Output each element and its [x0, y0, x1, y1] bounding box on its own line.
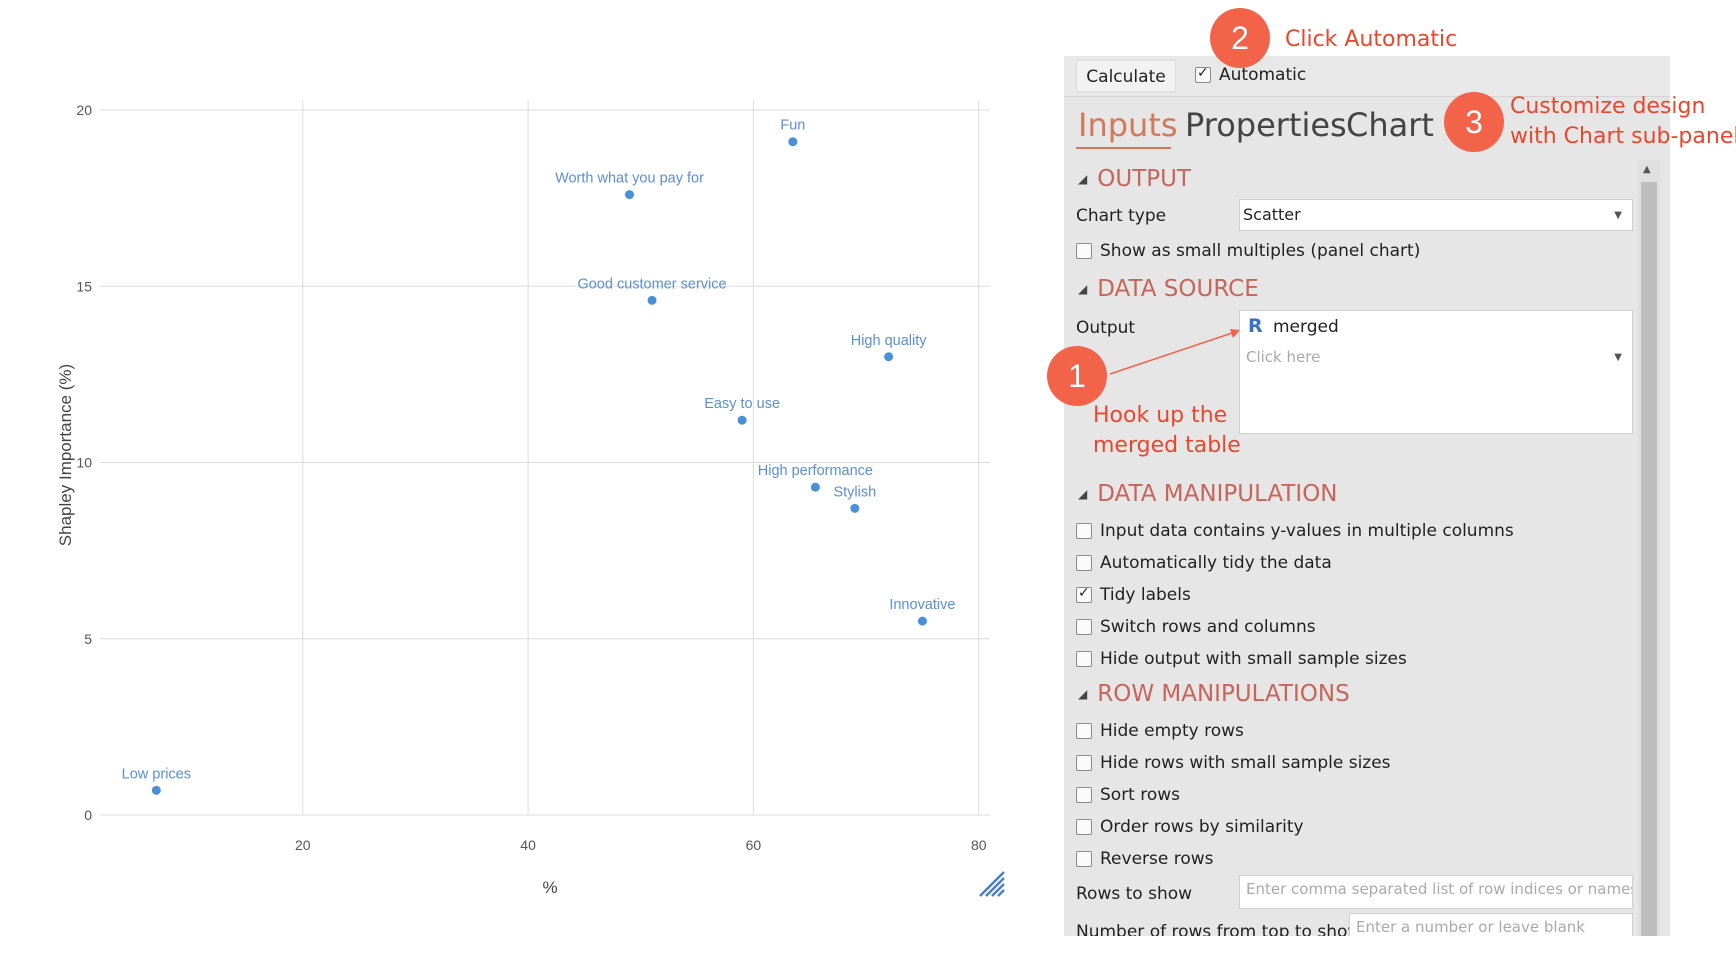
annotation-badge-3: 3 — [1444, 92, 1504, 152]
annotation-text-3: Customize design with Chart sub-panel — [1510, 92, 1736, 152]
annotation-text-1-line-1: Hook up the — [1093, 403, 1228, 428]
annotation-text-1-line-2: merged table — [1093, 433, 1241, 458]
annotation-badge-2: 2 — [1210, 8, 1270, 68]
annotation-badge-1: 1 — [1047, 346, 1107, 406]
annotation-text-1: Hook up the merged table — [1093, 401, 1241, 461]
annotation-text-3-line-1: Customize design — [1510, 94, 1706, 119]
annotation-text-2: Click Automatic — [1285, 27, 1458, 52]
annotation-text-3-line-2: with Chart sub-panel — [1510, 124, 1736, 149]
